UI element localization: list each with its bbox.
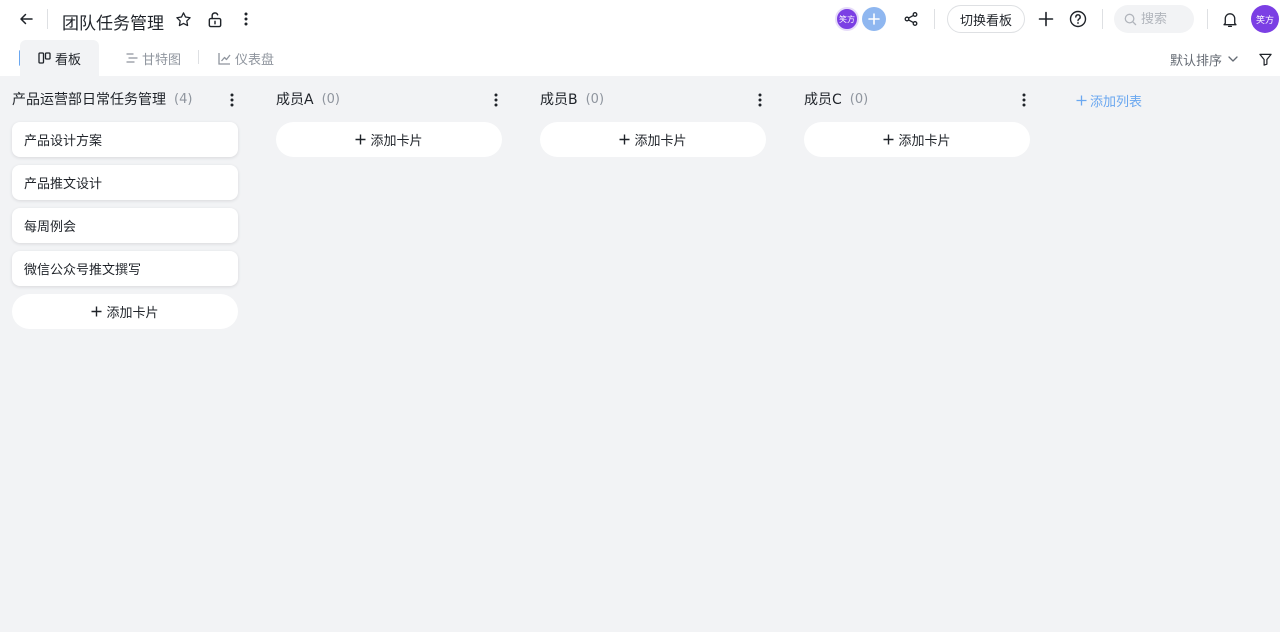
more-vertical-icon[interactable] (752, 90, 768, 110)
column-count: (0) (585, 91, 605, 107)
plus-icon (91, 306, 102, 317)
share-icon[interactable] (900, 8, 922, 30)
app-header: 团队任务管理 笑方 切换看板 搜索 笑方 看板 甘特图 仪表盘 默认排序 (0, 0, 1280, 76)
search-box[interactable] (1114, 5, 1194, 33)
search-icon (1124, 13, 1137, 26)
add-card-label: 添加卡片 (370, 134, 423, 149)
back-arrow-icon[interactable] (14, 8, 38, 30)
add-card-button[interactable]: 添加卡片 (276, 122, 502, 157)
filter-icon[interactable] (1256, 50, 1274, 68)
plus-icon (883, 134, 894, 145)
column-header: 成员C (0) (792, 76, 1032, 122)
view-tabs: 看板 甘特图 仪表盘 默认排序 (0, 40, 1280, 76)
sort-label: 默认排序 (1170, 53, 1223, 69)
task-card[interactable]: 产品推文设计 (12, 165, 238, 200)
switch-board-button[interactable]: 切换看板 (947, 5, 1025, 33)
column-title: 成员B (540, 92, 578, 108)
more-vertical-icon[interactable] (1016, 90, 1032, 110)
plus-icon (355, 134, 366, 145)
plus-icon (1076, 95, 1087, 106)
column-title: 产品运营部日常任务管理 (12, 92, 166, 108)
tab-label: 看板 (55, 52, 82, 68)
tab-dashboard[interactable]: 仪表盘 (218, 40, 274, 76)
more-vertical-icon[interactable] (488, 90, 504, 110)
board-column: 成员C (0) 添加卡片 (792, 76, 1032, 157)
card-list: 添加卡片 (528, 122, 768, 157)
add-list-label: 添加列表 (1090, 95, 1143, 110)
column-title: 成员C (804, 92, 842, 108)
tab-label: 甘特图 (142, 52, 182, 68)
card-list: 产品设计方案 产品推文设计 每周例会 微信公众号推文撰写 添加卡片 (0, 122, 240, 329)
column-header: 成员A (0) (264, 76, 504, 122)
add-card-button[interactable]: 添加卡片 (804, 122, 1030, 157)
column-count: (0) (849, 91, 869, 107)
card-list: 添加卡片 (264, 122, 504, 157)
column-count: (0) (321, 91, 340, 107)
add-member-button[interactable] (862, 7, 886, 31)
tab-board[interactable]: 看板 (20, 40, 100, 76)
user-avatar[interactable]: 笑方 (1251, 5, 1279, 33)
help-icon[interactable] (1067, 8, 1089, 30)
unlock-icon[interactable] (204, 8, 226, 30)
star-icon[interactable] (172, 8, 194, 30)
task-card[interactable]: 微信公众号推文撰写 (12, 251, 238, 286)
add-card-label: 添加卡片 (634, 134, 687, 149)
more-vertical-icon[interactable] (236, 8, 256, 30)
add-card-button[interactable]: 添加卡片 (12, 294, 238, 329)
task-card[interactable]: 每周例会 (12, 208, 238, 243)
divider (934, 9, 935, 29)
divider (198, 50, 199, 64)
board-column: 产品运营部日常任务管理 (4) 产品设计方案 产品推文设计 每周例会 微信公众号… (0, 76, 240, 329)
tab-label: 仪表盘 (235, 52, 275, 68)
divider (1102, 9, 1103, 29)
card-list: 添加卡片 (792, 122, 1032, 157)
plus-icon (619, 134, 630, 145)
chevron-down-icon (1228, 56, 1238, 62)
board-column: 成员A (0) 添加卡片 (264, 76, 504, 157)
search-input[interactable] (1141, 11, 1191, 27)
column-title: 成员A (276, 92, 314, 108)
plus-icon[interactable] (1035, 8, 1057, 30)
add-card-button[interactable]: 添加卡片 (540, 122, 766, 157)
column-count: (4) (174, 91, 193, 107)
more-vertical-icon[interactable] (224, 90, 240, 110)
top-bar: 团队任务管理 笑方 切换看板 搜索 笑方 (0, 0, 1280, 38)
sort-dropdown[interactable]: 默认排序 (1170, 49, 1238, 69)
board-icon (38, 52, 51, 64)
kanban-board: 产品运营部日常任务管理 (4) 产品设计方案 产品推文设计 每周例会 微信公众号… (0, 76, 1280, 632)
tab-gantt[interactable]: 甘特图 (126, 40, 181, 76)
column-header: 产品运营部日常任务管理 (4) (0, 76, 240, 122)
task-card[interactable]: 产品设计方案 (12, 122, 238, 157)
bell-icon[interactable] (1219, 8, 1241, 30)
divider (47, 9, 48, 29)
member-avatar[interactable]: 笑方 (835, 7, 859, 31)
board-column: 成员B (0) 添加卡片 (528, 76, 768, 157)
add-card-label: 添加卡片 (898, 134, 951, 149)
add-list-button[interactable]: 添加列表 (1076, 91, 1142, 110)
divider (1207, 9, 1208, 29)
gantt-icon (126, 52, 138, 64)
dashboard-icon (218, 52, 231, 65)
column-header: 成员B (0) (528, 76, 768, 122)
page-title: 团队任务管理 (62, 14, 164, 34)
add-card-label: 添加卡片 (106, 306, 159, 321)
